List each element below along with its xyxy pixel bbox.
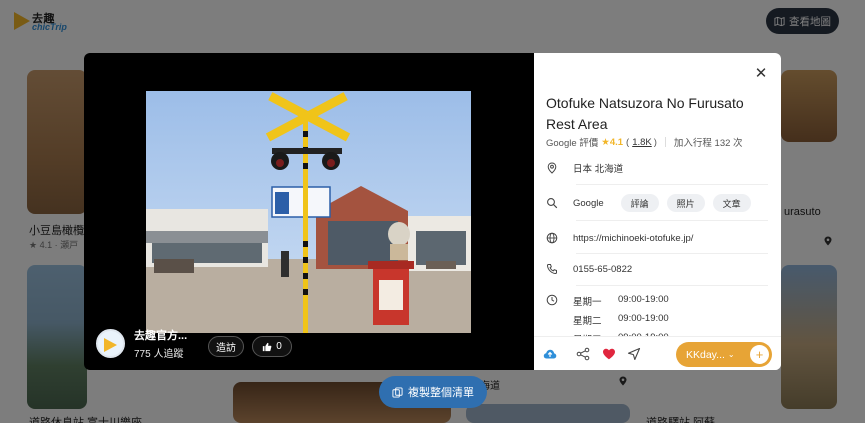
visit-button[interactable]: 造訪 — [208, 336, 244, 357]
booking-button[interactable]: KKday... ⌄ + — [676, 342, 772, 367]
like-count: 0 — [276, 341, 282, 352]
star-icon: ★ — [601, 136, 610, 148]
address-row: 日本 北海道 — [546, 161, 768, 175]
thumbs-up-icon — [263, 342, 272, 351]
website-link[interactable]: https://michinoeki-otofuke.jp/ — [573, 233, 693, 244]
place-detail-panel: ✕ Otofuke Natsuzora No Furusato Rest Are… — [534, 53, 781, 370]
navigate-icon[interactable] — [626, 346, 642, 362]
add-to-trip-button[interactable]: + — [750, 345, 769, 364]
divider — [576, 253, 768, 254]
globe-icon — [546, 232, 558, 244]
booking-provider: KKday... — [686, 348, 725, 361]
divider — [576, 285, 768, 286]
location-pin-icon — [547, 162, 557, 174]
trip-add-count: 加入行程 132 次 — [673, 138, 743, 149]
photo-viewer: 去趣官方... 775 人追蹤 造訪 0 — [84, 53, 534, 370]
phone-row: 0155-65-0822 — [546, 263, 768, 275]
rest-area-photo — [146, 91, 471, 333]
meta-divider — [664, 137, 666, 147]
hours-line: 星期二 09:00-19:00 — [573, 313, 669, 327]
uploader-name[interactable]: 去趣官方... — [134, 327, 187, 343]
paren-close: ) — [653, 136, 657, 148]
website-row: https://michinoeki-otofuke.jp/ — [546, 232, 768, 244]
search-reviews-chip[interactable]: 評論 — [620, 194, 659, 212]
hours-time: 09:00-19:00 — [618, 313, 669, 324]
search-row: Google 評論 照片 文章 — [546, 194, 768, 212]
close-icon[interactable]: ✕ — [753, 65, 769, 81]
divider — [576, 184, 768, 185]
phone-number[interactable]: 0155-65-0822 — [573, 264, 632, 275]
search-photos-chip[interactable]: 照片 — [666, 194, 705, 212]
rating-score: 4.1 — [609, 136, 624, 148]
divider — [576, 220, 768, 221]
action-bar: KKday... ⌄ + — [534, 336, 781, 370]
copy-list-button[interactable]: 複製整個清單 — [379, 376, 487, 408]
uploader[interactable]: 去趣官方... 775 人追蹤 — [96, 326, 187, 360]
place-meta: Google 評價 ★ 4.1 ( 1.8K ) 加入行程 132 次 — [546, 135, 743, 150]
search-label: Google — [573, 197, 604, 209]
rating-source: Google 評價 — [546, 138, 599, 149]
uploader-avatar[interactable] — [96, 328, 125, 358]
hours-line: 星期一 09:00-19:00 — [573, 294, 669, 308]
upload-photo-icon[interactable] — [542, 346, 558, 362]
review-count-link[interactable]: 1.8K — [632, 137, 652, 148]
copy-list-label: 複製整個清單 — [408, 387, 474, 399]
paren-open: ( — [626, 136, 630, 148]
phone-icon — [546, 264, 557, 275]
uploader-followers: 775 人追蹤 — [134, 348, 184, 360]
address-text: 日本 北海道 — [573, 164, 624, 175]
search-icon — [547, 198, 558, 209]
share-icon[interactable] — [575, 346, 591, 362]
clock-icon — [546, 294, 558, 306]
hours-day: 星期二 — [573, 316, 602, 327]
hours-time: 09:00-19:00 — [618, 294, 669, 305]
chevron-down-icon: ⌄ — [727, 350, 735, 359]
heart-icon[interactable] — [601, 346, 617, 362]
place-photo[interactable] — [146, 91, 471, 333]
logo-bird-icon — [104, 337, 117, 352]
like-button[interactable]: 0 — [252, 336, 292, 357]
hours-day: 星期一 — [573, 297, 602, 308]
copy-icon — [392, 386, 403, 398]
place-title: Otofuke Natsuzora No Furusato Rest Area — [546, 95, 744, 132]
search-articles-chip[interactable]: 文章 — [712, 194, 751, 212]
